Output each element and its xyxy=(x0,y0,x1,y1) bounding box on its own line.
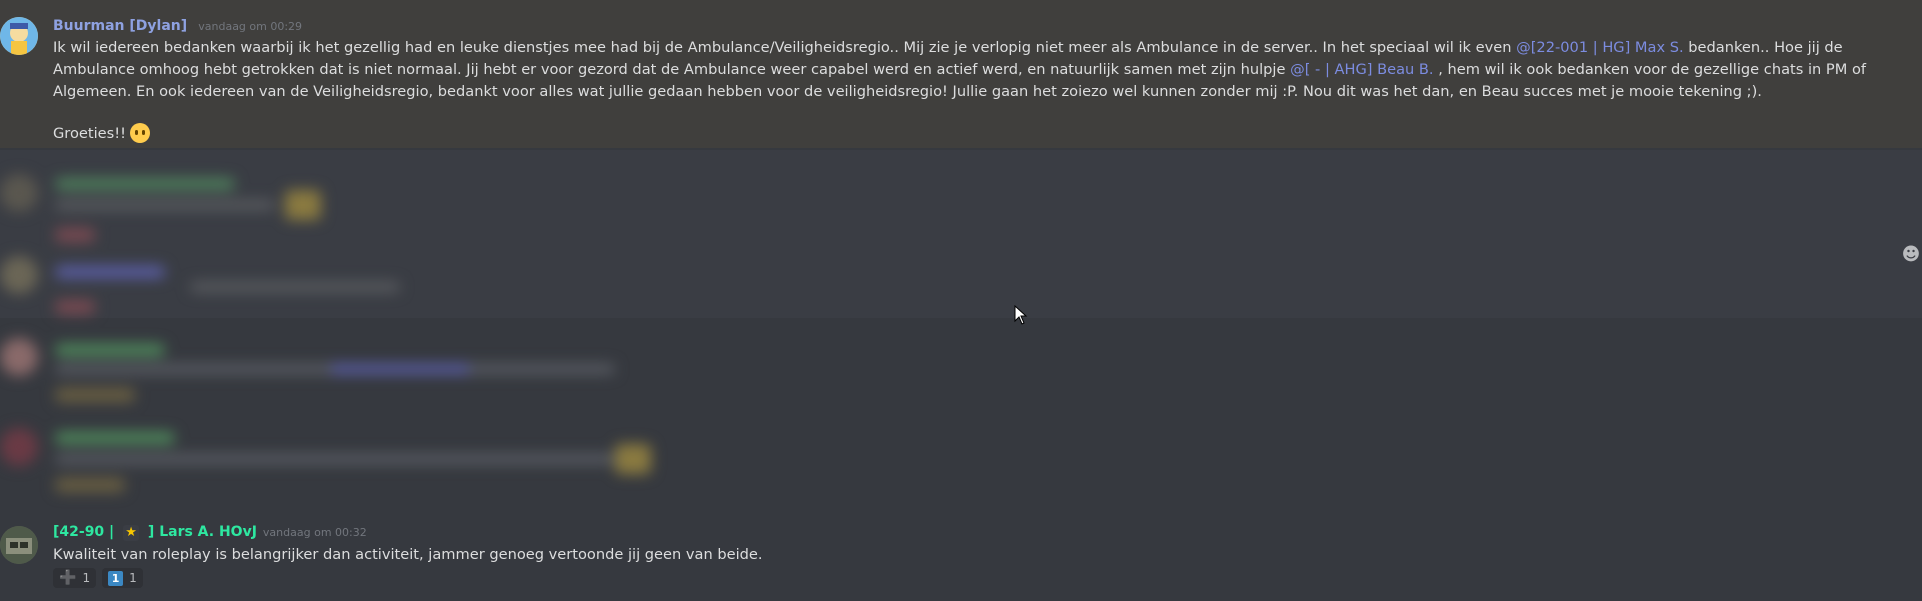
blurred-messages xyxy=(0,148,1922,520)
add-reaction-icon[interactable]: ☻ xyxy=(1900,240,1922,270)
mouse-cursor-icon xyxy=(1014,305,1028,325)
timestamp: vandaag om 00:32 xyxy=(262,526,367,539)
message-text: Kwaliteit van roleplay is belangrijker d… xyxy=(53,546,763,563)
reactions: ➕ 1 1 1 xyxy=(53,568,143,588)
username-prefix: [42-90 | xyxy=(53,524,115,540)
plus-icon: ➕ xyxy=(59,570,77,586)
username[interactable]: Buurman [Dylan] xyxy=(53,18,187,34)
reaction-count: 1 xyxy=(129,571,137,585)
keycap-one-icon: 1 xyxy=(108,570,124,586)
username-suffix: ] Lars A. HOvJ xyxy=(147,524,257,540)
message-text-part: Ik wil iedereen bedanken waarbij ik het … xyxy=(53,39,1517,56)
avatar[interactable] xyxy=(0,17,38,55)
user-mention[interactable]: @[22-001 | HG] Max S. xyxy=(1516,39,1684,56)
username[interactable]: [42-90 | ★ ] Lars A. HOvJ xyxy=(53,524,257,541)
reaction-plus[interactable]: ➕ 1 xyxy=(53,568,97,588)
reaction-count: 1 xyxy=(82,571,91,585)
user-mention[interactable]: @[ - | AHG] Beau B. xyxy=(1290,61,1433,78)
greeting-text: Groeties!! xyxy=(53,124,126,142)
star-icon: ★ xyxy=(123,525,140,541)
reaction-one[interactable]: 1 1 xyxy=(102,568,143,588)
avatar[interactable] xyxy=(0,526,38,564)
zipper-mouth-face-icon xyxy=(129,123,150,143)
message-text: Ik wil iedereen bedanken waarbij ik het … xyxy=(53,37,1913,103)
timestamp: vandaag om 00:29 xyxy=(198,20,303,33)
highlighted-message[interactable]: Buurman [Dylan] vandaag om 00:29 Ik wil … xyxy=(0,0,1922,148)
